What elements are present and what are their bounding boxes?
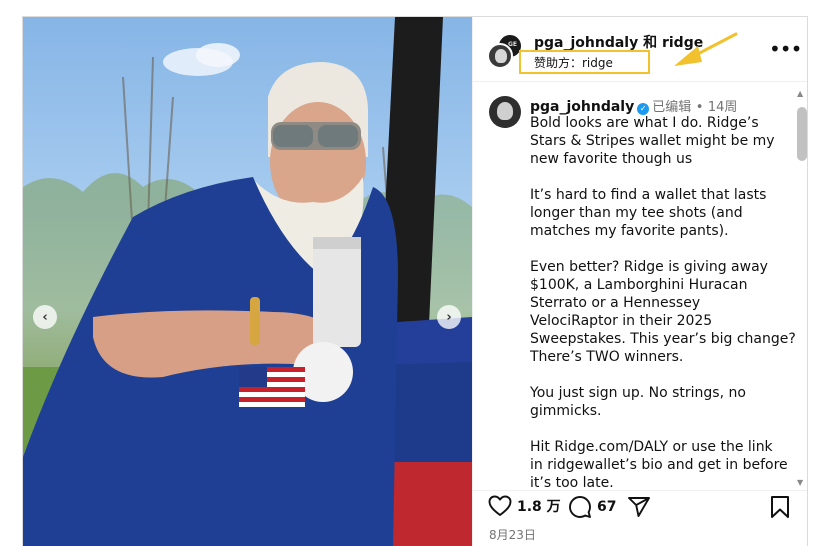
instagram-post-dialog: ‹ › GE pga_johndaly 和 ridge 赞助方：ridge ••… bbox=[22, 16, 808, 546]
send-icon bbox=[628, 497, 650, 517]
save-button[interactable] bbox=[770, 495, 790, 519]
comment-icon bbox=[569, 496, 591, 518]
action-bar: 1.8 万 67 bbox=[473, 495, 807, 525]
post-photo-illustration bbox=[23, 17, 472, 546]
post-side-panel: GE pga_johndaly 和 ridge 赞助方：ridge ••• pg… bbox=[472, 17, 807, 546]
collab-avatars[interactable]: GE bbox=[487, 33, 523, 69]
scroll-up-icon[interactable]: ▲ bbox=[797, 89, 803, 98]
caption-paragraph: Even better? Ridge is giving away $100K, … bbox=[530, 259, 796, 365]
caption-paragraph: It’s hard to find a wallet that lasts lon… bbox=[530, 187, 767, 239]
more-options-icon: ••• bbox=[769, 37, 802, 61]
like-count[interactable]: 1.8 万 bbox=[517, 496, 561, 516]
annotation-arrow-icon bbox=[674, 32, 738, 66]
caption-paragraph: Hit Ridge.com/DALY or use the link in rid… bbox=[530, 439, 788, 491]
comment-button[interactable]: 67 bbox=[568, 495, 616, 519]
more-options-button[interactable]: ••• bbox=[769, 37, 802, 61]
next-photo-button[interactable]: › bbox=[437, 305, 461, 329]
caption-scrollbar[interactable]: ▲ ▼ bbox=[796, 89, 807, 487]
like-button[interactable]: 1.8 万 bbox=[488, 495, 561, 517]
heart-icon bbox=[488, 495, 512, 516]
bookmark-icon bbox=[771, 496, 789, 518]
caption-paragraph: You just sign up. No strings, no gimmicks… bbox=[530, 385, 746, 419]
chevron-right-icon: › bbox=[446, 309, 452, 325]
sponsor-label[interactable]: 赞助方：ridge bbox=[534, 54, 613, 71]
caption-area[interactable]: pga_johndaly ✓ 已编辑 • 14周 Bold looks are wh… bbox=[473, 83, 807, 491]
scroll-down-icon[interactable]: ▼ bbox=[797, 478, 803, 487]
caption-paragraph: Bold looks are what I do. Ridge’s Stars &… bbox=[530, 115, 775, 167]
edited-label: 已编辑 bbox=[652, 100, 692, 115]
caption-header: pga_johndaly ✓ 已编辑 • 14周 bbox=[530, 96, 737, 115]
chevron-left-icon: ‹ bbox=[42, 309, 48, 325]
comment-count[interactable]: 67 bbox=[597, 499, 616, 515]
post-date[interactable]: 8月23日 bbox=[489, 526, 536, 543]
previous-photo-button[interactable]: ‹ bbox=[33, 305, 57, 329]
avatar-johndaly[interactable] bbox=[487, 43, 513, 69]
caption-text: Bold looks are what I do. Ridge’s Stars &… bbox=[530, 114, 796, 491]
share-button[interactable] bbox=[627, 495, 651, 519]
post-header: GE pga_johndaly 和 ridge 赞助方：ridge ••• bbox=[473, 17, 807, 82]
meta-separator: • bbox=[695, 100, 704, 115]
scrollbar-thumb[interactable] bbox=[797, 107, 807, 161]
caption-avatar[interactable] bbox=[489, 96, 521, 128]
post-photo: ‹ › bbox=[23, 17, 472, 546]
caption-username[interactable]: pga_johndaly bbox=[530, 99, 634, 115]
post-age[interactable]: 14周 bbox=[708, 100, 738, 115]
